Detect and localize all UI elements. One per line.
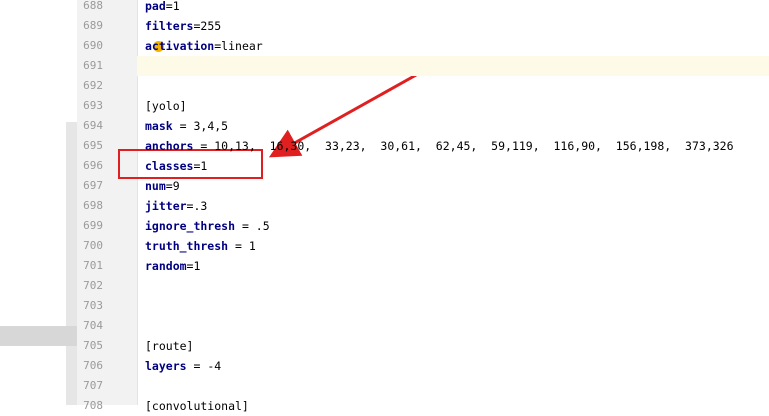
line-number: 696 <box>83 159 103 172</box>
code-line[interactable] <box>137 296 769 316</box>
config-value: = 3,4,5 <box>172 119 229 133</box>
config-key: filters <box>145 19 194 33</box>
config-key: ignore_thresh <box>145 219 236 233</box>
code-text[interactable]: [route] <box>145 336 193 356</box>
line-number: 708 <box>83 399 103 412</box>
config-key: activation <box>145 39 215 53</box>
section-header: [route] <box>145 339 194 353</box>
config-key: classes <box>145 159 194 173</box>
scroll-band <box>66 122 77 405</box>
line-number: 697 <box>83 179 103 192</box>
config-value: = 10,13, 16,30, 33,23, 30,61, 62,45, 59,… <box>193 139 734 153</box>
code-line[interactable] <box>137 256 769 276</box>
line-number: 692 <box>83 79 103 92</box>
line-number: 701 <box>83 259 103 272</box>
code-line[interactable] <box>137 96 769 116</box>
code-text[interactable]: ignore_thresh = .5 <box>145 216 270 236</box>
config-key: random <box>145 259 187 273</box>
code-line[interactable] <box>137 76 769 96</box>
line-number: 699 <box>83 219 103 232</box>
code-text[interactable]: activation=linear <box>145 36 263 56</box>
code-text[interactable]: layers = -4 <box>145 356 221 376</box>
line-number: 689 <box>83 19 103 32</box>
line-number: 695 <box>83 139 103 152</box>
code-text[interactable]: mask = 3,4,5 <box>145 116 228 136</box>
line-number: 705 <box>83 339 103 352</box>
line-number: 700 <box>83 239 103 252</box>
code-line[interactable] <box>137 356 769 376</box>
code-line[interactable] <box>137 0 769 16</box>
code-line[interactable] <box>137 276 769 296</box>
line-number: 703 <box>83 299 103 312</box>
config-value: = -4 <box>186 359 222 373</box>
code-text[interactable]: pad=1 <box>145 0 180 16</box>
code-text[interactable]: num=9 <box>145 176 180 196</box>
code-text[interactable]: classes=1 <box>145 156 207 176</box>
line-number: 707 <box>83 379 103 392</box>
section-header: [convolutional] <box>145 399 249 413</box>
line-number: 694 <box>83 119 103 132</box>
code-line[interactable] <box>137 16 769 36</box>
code-line[interactable] <box>137 176 769 196</box>
config-value: = 1 <box>228 239 256 253</box>
config-key: mask <box>145 119 173 133</box>
config-value: =1 <box>193 159 208 173</box>
config-value: =9 <box>165 179 180 193</box>
code-line[interactable] <box>137 116 769 136</box>
line-number: 690 <box>83 39 103 52</box>
code-line[interactable] <box>137 56 769 76</box>
code-text[interactable]: truth_thresh = 1 <box>145 236 256 256</box>
config-value: =linear <box>214 39 263 53</box>
line-number: 706 <box>83 359 103 372</box>
config-key: pad <box>145 0 166 13</box>
line-number: 698 <box>83 199 103 212</box>
line-number: 691 <box>83 59 103 72</box>
left-panel-strip <box>0 0 77 405</box>
code-text[interactable]: anchors = 10,13, 16,30, 33,23, 30,61, 62… <box>145 136 734 156</box>
line-number: 702 <box>83 279 103 292</box>
config-value: =255 <box>193 19 222 33</box>
config-key: layers <box>145 359 187 373</box>
config-key: num <box>145 179 166 193</box>
code-line[interactable] <box>137 156 769 176</box>
config-key: jitter <box>145 199 187 213</box>
code-line[interactable] <box>137 336 769 356</box>
config-value: =1 <box>165 0 180 13</box>
config-value: =.3 <box>186 199 208 213</box>
code-text[interactable]: [convolutional] <box>145 396 249 416</box>
line-number: 688 <box>83 0 103 12</box>
code-text[interactable]: [yolo] <box>145 96 187 116</box>
config-key: truth_thresh <box>145 239 229 253</box>
config-value: = .5 <box>235 219 270 233</box>
code-text[interactable]: filters=255 <box>145 16 221 36</box>
selection-band[interactable] <box>0 326 77 346</box>
code-line[interactable] <box>137 376 769 396</box>
config-key: anchors <box>145 139 194 153</box>
code-line[interactable] <box>137 316 769 336</box>
line-number: 704 <box>83 319 103 332</box>
line-number: 693 <box>83 99 103 112</box>
code-text[interactable]: random=1 <box>145 256 200 276</box>
section-header: [yolo] <box>145 99 187 113</box>
code-text[interactable]: jitter=.3 <box>145 196 207 216</box>
config-value: =1 <box>186 259 201 273</box>
code-line[interactable] <box>137 196 769 216</box>
